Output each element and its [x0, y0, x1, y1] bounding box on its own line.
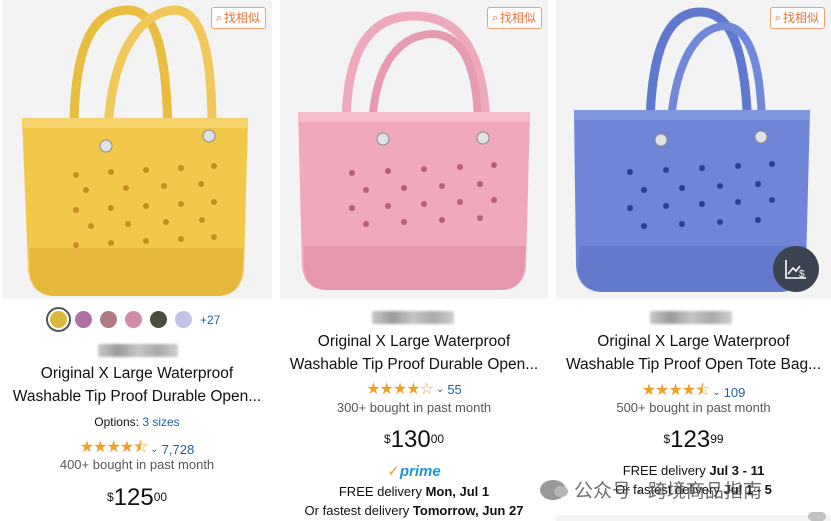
product-card[interactable]: ⌕ 找相似 +27 Original X Large Waterproof Wa…: [2, 0, 272, 521]
product-title[interactable]: Original X Large Waterproof Washable Tip…: [2, 362, 272, 408]
product-grid: ⌕ 找相似 +27 Original X Large Waterproof Wa…: [0, 0, 831, 521]
more-colors-link[interactable]: +27: [200, 313, 220, 327]
wechat-icon: [540, 479, 568, 500]
fastest-delivery-text: Or fastest delivery Tomorrow, Jun 27: [280, 503, 548, 518]
color-swatch[interactable]: [175, 311, 192, 328]
product-title[interactable]: Original X Large Waterproof Washable Tip…: [556, 330, 831, 376]
price-whole: 123: [670, 426, 711, 453]
product-card[interactable]: ⌕ 找相似 $ Original X Large Waterproof Wash…: [556, 0, 831, 521]
product-image[interactable]: ⌕ 找相似: [2, 0, 272, 299]
brand-name-blurred: [372, 311, 454, 324]
prime-badge: ✓prime: [280, 462, 548, 480]
scroll-indicator: [808, 512, 826, 521]
title-line: Washable Tip Proof Open Tote Bag...: [565, 356, 822, 373]
brand-name-blurred: [98, 344, 178, 357]
rating-row[interactable]: ★★★★☆ ⌄ 55: [280, 379, 548, 399]
title-line: Washable Tip Proof Durable Open...: [289, 356, 539, 373]
color-swatches: +27: [46, 307, 220, 332]
bought-text: 400+ bought in past month: [59, 457, 215, 472]
price-cents: 00: [153, 490, 168, 504]
delivery-prefix: FREE delivery: [338, 484, 426, 499]
product-image[interactable]: ⌕ 找相似: [280, 0, 548, 299]
fastest-prefix: Or fastest delivery: [304, 503, 413, 518]
color-swatch[interactable]: [75, 311, 92, 328]
product-image[interactable]: ⌕ 找相似 $: [556, 0, 831, 299]
color-swatch[interactable]: [150, 311, 167, 328]
tote-bag-image: [298, 11, 530, 290]
rating-count[interactable]: 55: [447, 382, 461, 397]
trend-chart-icon: $: [785, 260, 806, 280]
search-icon: ⌕: [215, 12, 222, 24]
price-symbol: $: [106, 490, 114, 504]
watermark: 公众号 · 跨境商品指南: [540, 476, 762, 503]
product-title[interactable]: Original X Large Waterproof Washable Tip…: [280, 330, 548, 376]
price-cents: 00: [430, 432, 445, 446]
find-similar-button[interactable]: ⌕ 找相似: [210, 7, 266, 29]
svg-text:$: $: [799, 269, 805, 280]
find-similar-button[interactable]: ⌕ 找相似: [486, 7, 542, 29]
price: $ 130 00: [280, 427, 548, 453]
tote-bag-image: [22, 5, 248, 296]
price: $ 123 99: [556, 427, 831, 453]
rating-count[interactable]: 109: [724, 385, 746, 400]
title-line: Washable Tip Proof Durable Open...: [12, 388, 262, 405]
price-whole: 125: [113, 484, 154, 511]
fastest-date: Tomorrow, Jun 27: [412, 503, 524, 518]
trend-chart-button[interactable]: $: [773, 246, 819, 292]
title-line: Original X Large Waterproof: [317, 333, 511, 350]
rating-count[interactable]: 7,728: [162, 442, 195, 457]
watermark-text: 公众号 · 跨境商品指南: [574, 481, 762, 502]
color-swatch[interactable]: [125, 311, 142, 328]
color-swatch[interactable]: [100, 311, 117, 328]
chevron-down-icon: ⌄: [712, 387, 721, 398]
chevron-down-icon: ⌄: [435, 383, 445, 395]
find-similar-label: 找相似: [782, 11, 819, 25]
title-line: Original X Large Waterproof: [40, 365, 234, 382]
bought-text: 300+ bought in past month: [336, 400, 492, 415]
price-cents: 99: [710, 432, 724, 446]
delivery-date: Mon, Jul 1: [425, 484, 490, 499]
prime-label: prime: [399, 463, 441, 480]
bought-text: 500+ bought in past month: [616, 400, 771, 415]
price-whole: 130: [390, 426, 431, 453]
search-icon: ⌕: [491, 12, 498, 24]
price-symbol: $: [663, 432, 671, 446]
product-card[interactable]: ⌕ 找相似 Original X Large Waterproof Washab…: [280, 0, 548, 521]
color-swatch[interactable]: [46, 307, 71, 332]
brand-name-blurred: [650, 311, 732, 324]
prime-check-icon: ✓: [387, 463, 400, 480]
chevron-down-icon: ⌄: [150, 444, 159, 455]
search-icon: ⌕: [774, 12, 781, 24]
price-symbol: $: [383, 432, 391, 446]
find-similar-button[interactable]: ⌕ 找相似: [769, 7, 825, 29]
find-similar-label: 找相似: [499, 11, 536, 25]
options-text: Options: 3 sizes: [2, 415, 272, 429]
price: $ 125 00: [2, 485, 272, 511]
delivery-text: FREE delivery Mon, Jul 1: [280, 484, 548, 499]
options-link[interactable]: 3 sizes: [142, 415, 179, 429]
star-icon: ★★★★☆: [366, 381, 434, 398]
title-line: Original X Large Waterproof: [597, 333, 790, 350]
bottom-divider: [556, 515, 831, 521]
options-label: Options:: [94, 415, 143, 429]
find-similar-label: 找相似: [223, 11, 260, 25]
